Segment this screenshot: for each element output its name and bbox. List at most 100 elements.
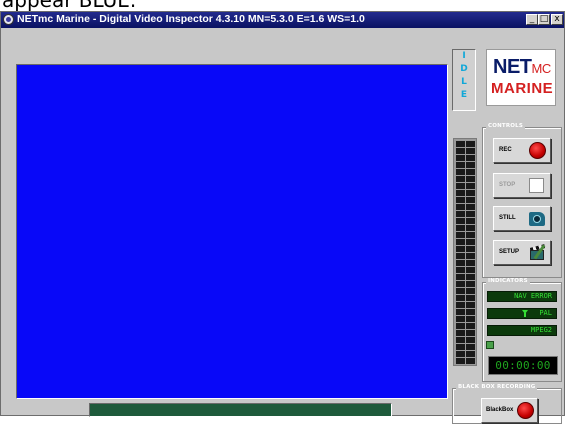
still-button[interactable]: STILL (493, 206, 551, 231)
stop-icon (529, 178, 544, 193)
level-meter-segment (466, 190, 475, 196)
maximize-button[interactable]: □ (538, 14, 550, 25)
level-meter-segment (456, 323, 465, 329)
app-icon[interactable] (3, 14, 14, 25)
level-meter-segment (466, 274, 475, 280)
level-meter-segment (466, 295, 475, 301)
window-title: NETmc Marine - Digital Video Inspector 4… (17, 13, 365, 25)
level-meter-segment (456, 281, 465, 287)
status-letter: I (462, 51, 466, 61)
app-window: NETmc Marine - Digital Video Inspector 4… (0, 11, 565, 424)
level-meter-segment (456, 302, 465, 308)
level-meter-segment (456, 337, 465, 343)
level-meter-segment (466, 288, 475, 294)
level-meter-segment (456, 232, 465, 238)
level-meter-segment (456, 190, 465, 196)
level-meter-segment (466, 344, 475, 350)
status-indicator: I D L E (452, 49, 476, 111)
logo-marine: MARINE (491, 80, 554, 97)
signal-icon (486, 341, 494, 349)
level-meter-segment (456, 169, 465, 175)
level-meter-segment (466, 162, 475, 168)
status-letter: L (461, 77, 467, 87)
level-meter-segment (456, 344, 465, 350)
level-meter-segment (456, 176, 465, 182)
level-meter-segment (466, 169, 475, 175)
level-meter-segment (466, 309, 475, 315)
level-meter-segment (456, 330, 465, 336)
record-icon (517, 402, 534, 419)
indicators-label: INDICATORS (486, 278, 530, 284)
controls-panel: CONTROLS REC STOP STILL SETUP (482, 123, 562, 278)
level-meter-segment (466, 232, 475, 238)
level-meter-segment (466, 260, 475, 266)
rec-label: REC (499, 147, 512, 153)
level-meter-segment (456, 225, 465, 231)
level-meter-segment (466, 267, 475, 273)
level-meter-segment (456, 155, 465, 161)
level-meter-segment (466, 246, 475, 252)
video-display[interactable] (16, 64, 448, 399)
level-meter-segment (466, 351, 475, 357)
level-meter-segment (456, 204, 465, 210)
logo-net: NET (493, 56, 532, 78)
title-bar[interactable]: NETmc Marine - Digital Video Inspector 4… (1, 12, 564, 28)
setup-button[interactable]: SETUP (493, 240, 551, 265)
level-meter-segment (466, 323, 475, 329)
close-button[interactable]: x (551, 14, 563, 25)
level-meter-segment (466, 141, 475, 147)
level-meter-segment (456, 141, 465, 147)
level-meter-segment (466, 358, 475, 364)
clapperboard-icon (528, 244, 546, 262)
antenna-icon (522, 310, 528, 317)
level-meter-segment (466, 337, 475, 343)
status-letter: E (460, 90, 468, 100)
timecode-display: 00:00:00 (488, 356, 558, 375)
level-meter-segment (466, 183, 475, 189)
level-meter-segment (466, 211, 475, 217)
controls-label: CONTROLS (486, 123, 526, 129)
level-meter-segment (466, 176, 475, 182)
rec-button[interactable]: REC (493, 138, 551, 163)
level-meter-segment (456, 218, 465, 224)
stop-label: STOP (499, 182, 516, 188)
blackbox-button-label: BlackBox (486, 407, 514, 413)
level-meter-segment (466, 316, 475, 322)
level-meter-segment (466, 239, 475, 245)
logo-mc: MC (531, 61, 552, 76)
level-meter-segment (456, 148, 465, 154)
blackbox-button[interactable]: BlackBox (481, 398, 538, 423)
level-meter-segment (466, 148, 475, 154)
record-icon (529, 142, 546, 159)
level-meter-segment (456, 197, 465, 203)
still-label: STILL (499, 215, 516, 221)
level-meter-segment (466, 281, 475, 287)
pal-text: PAL (539, 309, 552, 317)
level-meter-segment (466, 197, 475, 203)
overlay-text: appear BLUE. (2, 0, 136, 11)
progress-bar (89, 403, 392, 417)
logo-net-text: NETMC (493, 56, 551, 79)
level-meter-segment (466, 225, 475, 231)
blackbox-label: BLACK BOX RECORDING (456, 384, 538, 390)
progress-fill (90, 404, 391, 416)
level-meter-segment (456, 358, 465, 364)
camera-icon (529, 212, 545, 226)
level-meter-segment (456, 162, 465, 168)
level-meter-segment (456, 351, 465, 357)
level-meter-segment (456, 260, 465, 266)
level-meter-segment (456, 211, 465, 217)
level-meter-right (466, 141, 475, 365)
mpeg-indicator: MPEG2 (487, 325, 557, 336)
stop-button[interactable]: STOP (493, 173, 551, 198)
level-meter-segment (466, 155, 475, 161)
level-meter-segment (456, 274, 465, 280)
nav-error-indicator: NAV ERROR (487, 291, 557, 302)
blackbox-panel: BLACK BOX RECORDING BlackBox (452, 384, 562, 424)
level-meter-left (456, 141, 465, 365)
minimize-button[interactable]: _ (526, 14, 538, 25)
level-meter-segment (466, 253, 475, 259)
level-meter-segment (456, 253, 465, 259)
status-letter: D (460, 64, 468, 74)
netmc-marine-logo: NETMC MARINE (486, 49, 556, 106)
